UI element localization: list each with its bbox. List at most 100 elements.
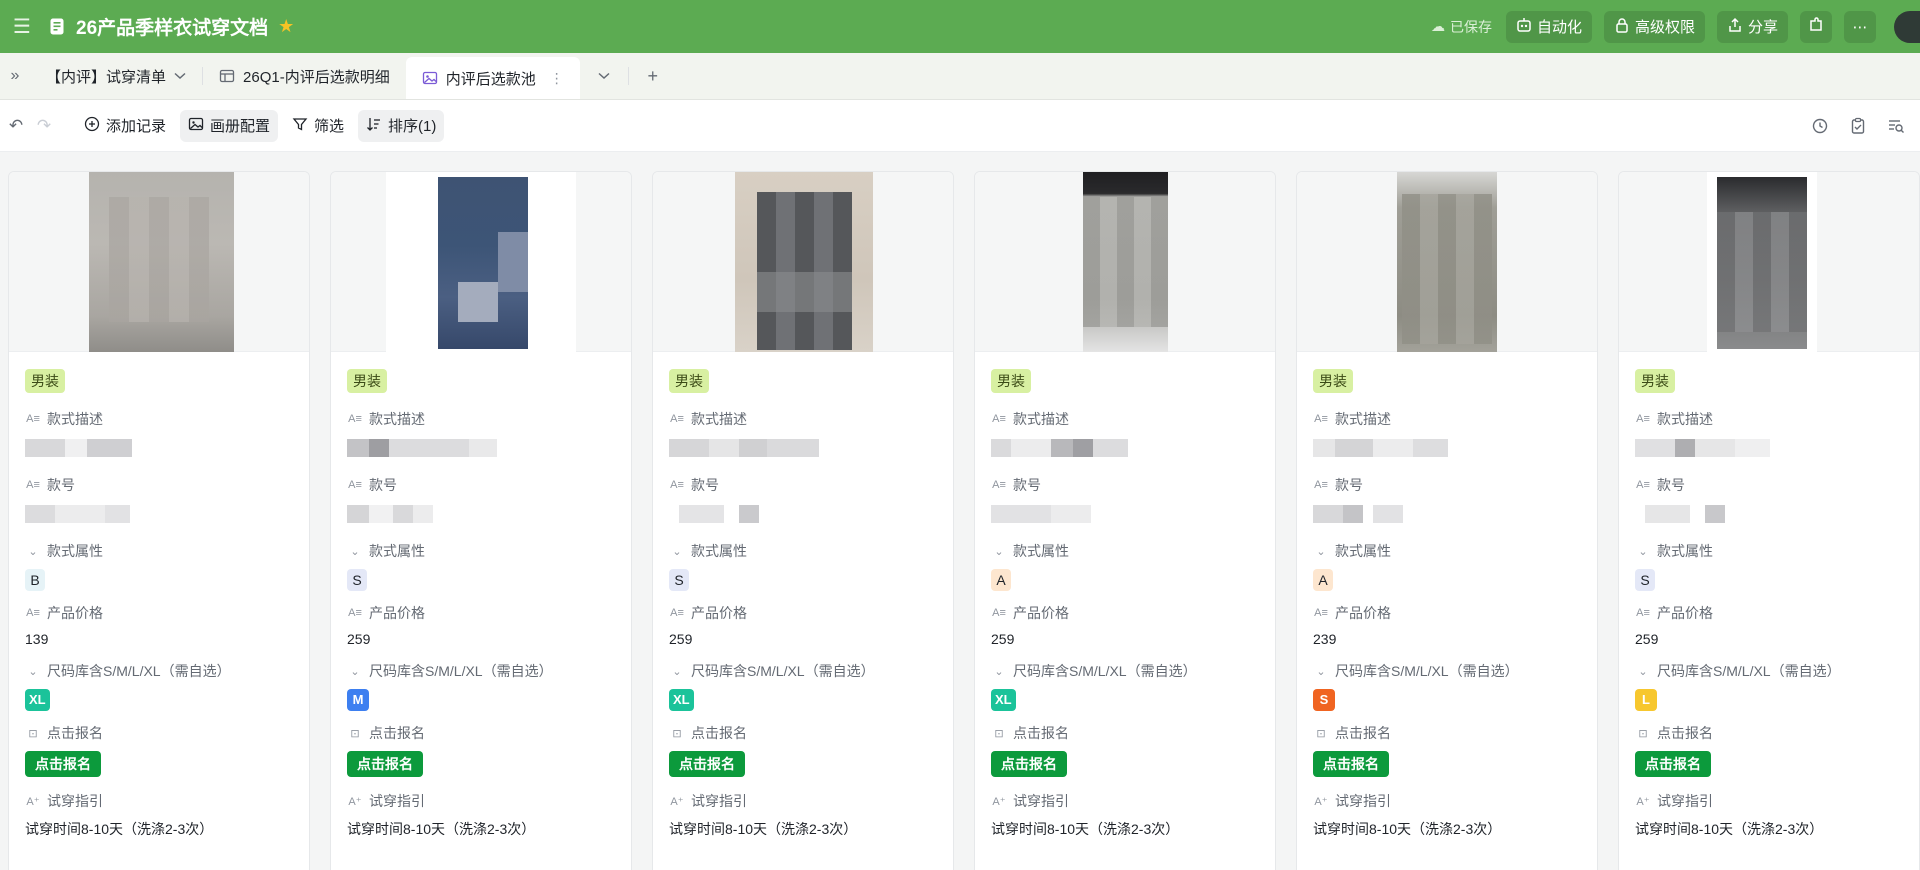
share-button[interactable]: 分享 [1716, 10, 1788, 43]
product-image[interactable] [1297, 172, 1597, 352]
field-label-style-attr: ⌄ 款式属性 [25, 541, 293, 561]
field-label-style-no: A≡ 款号 [1314, 477, 1363, 493]
signup-button[interactable]: 点击报名 [1635, 751, 1711, 777]
field-label-guide: A⁺ 试穿指引 [1636, 793, 1713, 809]
advanced-permissions-button[interactable]: 高级权限 [1603, 10, 1705, 43]
robot-icon [1516, 17, 1532, 37]
tabs-dropdown-icon[interactable] [580, 53, 628, 99]
select-field-icon: ⌄ [1638, 545, 1648, 558]
formula-field-icon: A⁺ [992, 795, 1006, 808]
guide-value: 试穿时间8-10天（洗涤2-3次） [347, 821, 536, 837]
gallery-card[interactable]: 男装 A≡ 款式描述 A≡ 款号 ⌄ 款式属性 S A≡ 产品价格 259 ⌄ 尺码库含S… [652, 171, 954, 870]
sort-button[interactable]: 排序(1) [358, 109, 445, 142]
gallery-card[interactable]: 男装 A≡ 款式描述 A≡ 款号 ⌄ 款式属性 A A≡ 产品价格 259 ⌄ 尺码库含S… [974, 171, 1276, 870]
formula-field-icon: A⁺ [1314, 795, 1328, 808]
text-field-icon: A≡ [348, 413, 362, 425]
size-tag: M [347, 689, 369, 711]
signup-button[interactable]: 点击报名 [347, 751, 423, 777]
more-options-button[interactable]: ⋯ [1844, 10, 1876, 43]
field-label-size: ⌄ 尺码库含S/M/L/XL（需自选） [991, 661, 1259, 681]
product-image[interactable] [653, 172, 953, 352]
gallery-config-button[interactable]: 画册配置 [180, 109, 279, 142]
field-label-signup: ⊡ 点击报名 [347, 723, 615, 743]
field-label-style-attr: ⌄ 款式属性 [669, 541, 937, 561]
field-label-guide: A⁺ 试穿指引 [670, 793, 747, 809]
document-icon [48, 17, 66, 37]
field-label-style-no: A≡ 款号 [348, 477, 397, 493]
category-tag: 男装 [347, 369, 387, 393]
select-field-icon: ⌄ [1316, 545, 1326, 558]
tab-more-icon[interactable]: ⋮ [550, 70, 564, 87]
gallery-card[interactable]: 男装 A≡ 款式描述 A≡ 款号 ⌄ 款式属性 B A≡ 产品价格 139 ⌄ 尺码库含S… [8, 171, 310, 870]
size-tag: XL [991, 689, 1016, 711]
guide-value: 试穿时间8-10天（洗涤2-3次） [1313, 821, 1502, 837]
text-field-icon: A≡ [992, 607, 1006, 619]
field-label-price: A≡ 产品价格 [1314, 605, 1391, 621]
select-field-icon: ⌄ [994, 665, 1004, 678]
select-field-icon: ⌄ [994, 545, 1004, 558]
field-label-style-desc: A≡ 款式描述 [1314, 411, 1391, 427]
puzzle-icon [1808, 16, 1824, 37]
history-icon[interactable] [1810, 110, 1830, 142]
clipboard-check-icon[interactable] [1848, 110, 1868, 142]
style-attr-tag: S [669, 569, 689, 591]
select-field-icon: ⌄ [1638, 665, 1648, 678]
star-icon[interactable]: ★ [278, 16, 294, 37]
add-record-button[interactable]: 添加记录 [76, 110, 174, 142]
expand-menu-icon[interactable]: ☰ [0, 0, 44, 53]
signup-button[interactable]: 点击报名 [25, 751, 101, 777]
image-icon [188, 116, 204, 136]
sort-icon [366, 116, 382, 136]
avatar[interactable] [1894, 10, 1920, 43]
redo-icon[interactable]: ↷ [30, 116, 58, 136]
add-view-icon[interactable]: + [629, 53, 677, 99]
gallery-icon [422, 70, 438, 86]
field-label-style-attr: ⌄ 款式属性 [1635, 541, 1903, 561]
expand-sidebar-icon[interactable]: » [0, 53, 30, 99]
grid-table-icon [219, 68, 235, 84]
tab-selection-detail[interactable]: 26Q1-内评后选款明细 [203, 53, 406, 99]
field-label-size: ⌄ 尺码库含S/M/L/XL（需自选） [347, 661, 615, 681]
button-field-icon: ⊡ [1316, 727, 1326, 740]
product-image [386, 172, 576, 352]
cloud-icon: ☁ [1430, 18, 1445, 34]
guide-value: 试穿时间8-10天（洗涤2-3次） [669, 821, 858, 837]
gallery-card[interactable]: 男装 A≡ 款式描述 A≡ 款号 ⌄ 款式属性 S A≡ 产品价格 259 ⌄ 尺码库含S… [1618, 171, 1920, 870]
style-no-value [1313, 503, 1581, 525]
gallery-card[interactable]: 男装 A≡ 款式描述 A≡ 款号 ⌄ 款式属性 S A≡ 产品价格 259 ⌄ 尺码库含S… [330, 171, 632, 870]
plugin-button[interactable] [1800, 10, 1832, 43]
signup-button[interactable]: 点击报名 [669, 751, 745, 777]
search-list-icon[interactable] [1886, 110, 1906, 142]
signup-button[interactable]: 点击报名 [1313, 751, 1389, 777]
field-label-signup: ⊡ 点击报名 [991, 723, 1259, 743]
document-title[interactable]: 26产品季样衣试穿文档 [76, 13, 268, 40]
product-image[interactable] [1619, 172, 1919, 352]
field-label-guide: A⁺ 试穿指引 [348, 793, 425, 809]
field-label-guide: A⁺ 试穿指引 [992, 793, 1069, 809]
text-field-icon: A≡ [1314, 607, 1328, 619]
style-attr-tag: A [991, 569, 1011, 591]
chevron-down-icon[interactable] [174, 69, 186, 83]
product-image[interactable] [975, 172, 1275, 352]
category-tag: 男装 [669, 369, 709, 393]
gallery-card[interactable]: 男装 A≡ 款式描述 A≡ 款号 ⌄ 款式属性 A A≡ 产品价格 239 ⌄ 尺码库含S… [1296, 171, 1598, 870]
undo-icon[interactable]: ↶ [2, 116, 30, 136]
automation-button[interactable]: 自动化 [1505, 10, 1592, 43]
button-field-icon: ⊡ [1638, 727, 1648, 740]
button-field-icon: ⊡ [672, 727, 682, 740]
select-field-icon: ⌄ [1316, 665, 1326, 678]
field-label-size: ⌄ 尺码库含S/M/L/XL（需自选） [1313, 661, 1581, 681]
text-field-icon: A≡ [348, 607, 362, 619]
text-field-icon: A≡ [1314, 479, 1328, 491]
filter-button[interactable]: 筛选 [284, 110, 352, 142]
filter-icon [292, 116, 308, 136]
more-icon: ⋯ [1852, 18, 1868, 36]
text-field-icon: A≡ [670, 479, 684, 491]
tab-selection-pool[interactable]: 内评后选款池 ⋮ [405, 57, 580, 99]
product-image[interactable] [9, 172, 309, 352]
tab-trial-list[interactable]: 【内评】试穿清单 [30, 53, 202, 99]
price-value: 259 [347, 631, 371, 647]
signup-button[interactable]: 点击报名 [991, 751, 1067, 777]
product-image[interactable] [331, 172, 631, 352]
style-desc-value [669, 437, 937, 459]
